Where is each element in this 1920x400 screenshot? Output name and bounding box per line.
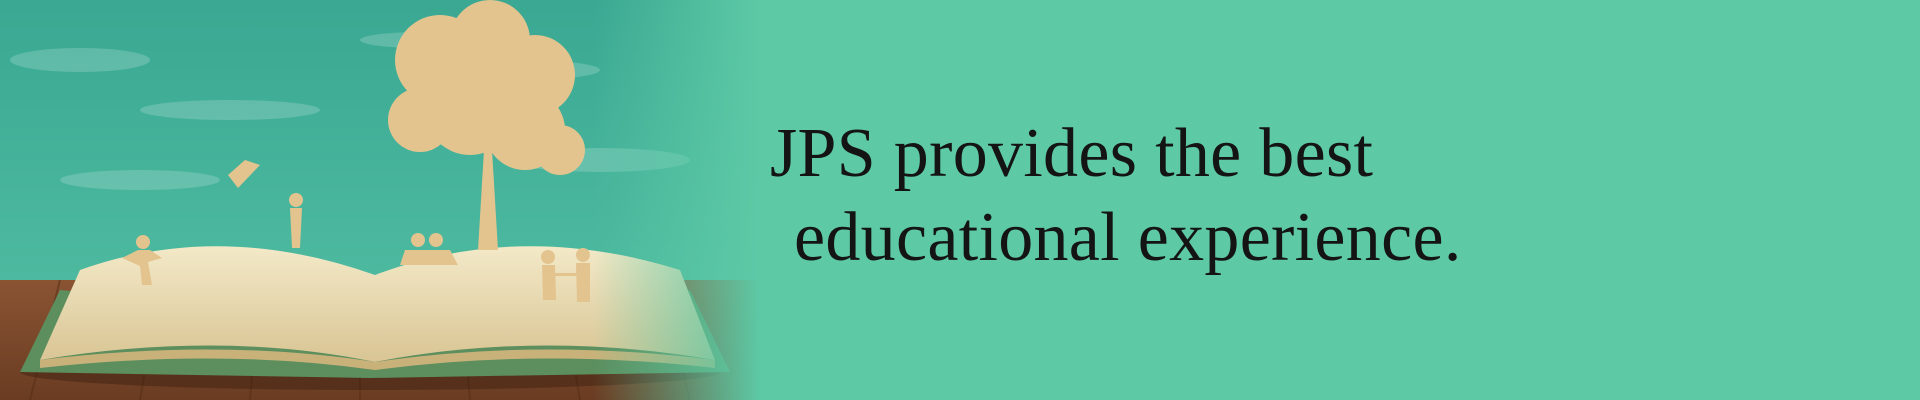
hero-banner: JPS provides the best educational experi… <box>0 0 1920 400</box>
open-book-tree-children-icon <box>0 0 760 400</box>
headline-line-1: JPS provides the best <box>770 115 1374 192</box>
headline: JPS provides the best educational experi… <box>770 112 1770 280</box>
headline-line-2: educational experience. <box>794 199 1462 276</box>
